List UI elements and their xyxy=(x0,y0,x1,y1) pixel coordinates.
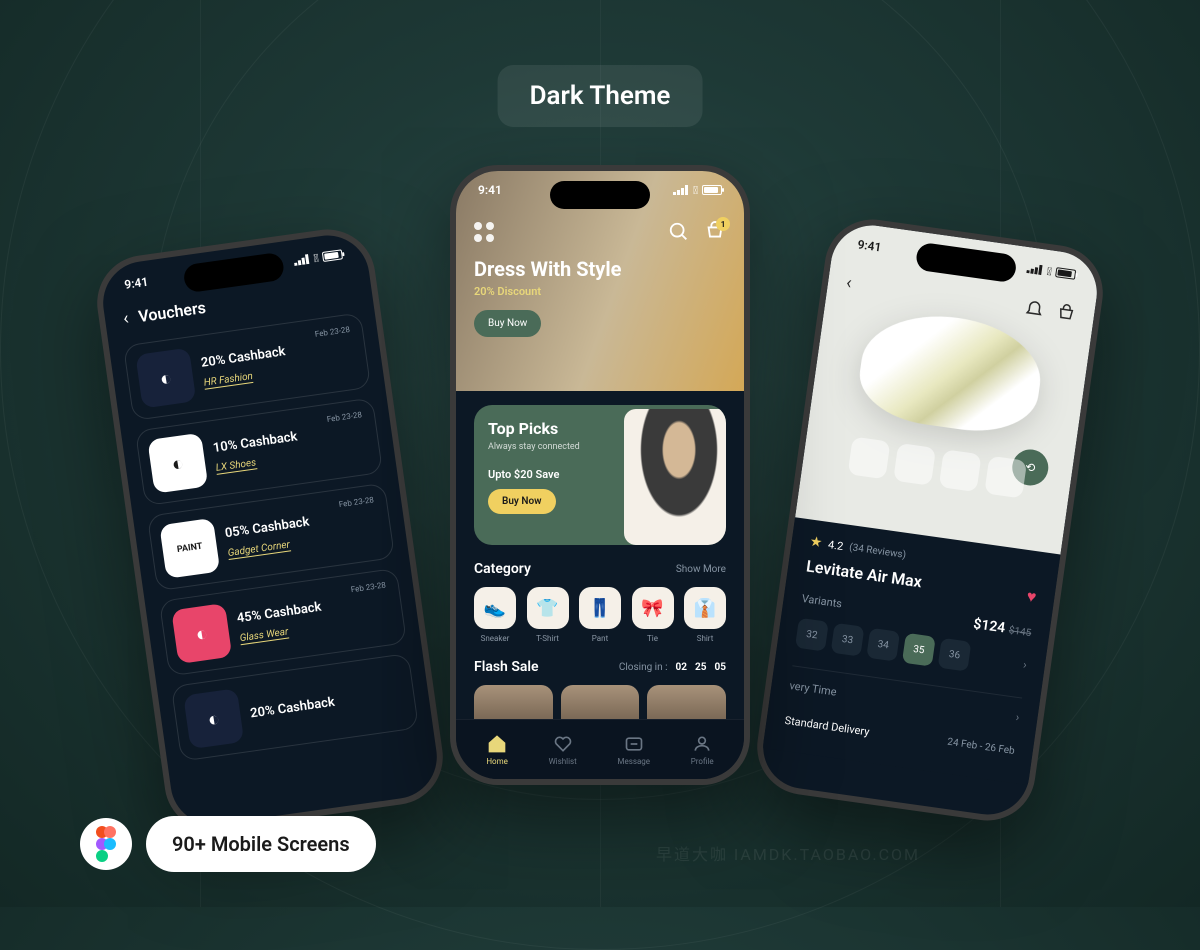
category-item[interactable]: 🎀 Tie xyxy=(632,587,674,643)
size-option[interactable]: 35 xyxy=(902,633,936,667)
back-icon[interactable]: ‹ xyxy=(122,308,130,330)
category-label: Pant xyxy=(592,634,608,643)
category-title: Category xyxy=(474,561,531,577)
flash-sale-title: Flash Sale xyxy=(474,659,539,675)
size-option[interactable]: 32 xyxy=(795,618,829,652)
home-icon xyxy=(487,734,507,754)
top-picks-buy-button[interactable]: Buy Now xyxy=(488,489,556,514)
favorite-icon[interactable]: ♥ xyxy=(1025,586,1037,607)
top-picks-card[interactable]: Top Picks Always stay connected Upto $20… xyxy=(474,405,726,545)
tab-profile[interactable]: Profile xyxy=(691,734,714,766)
size-option[interactable]: 33 xyxy=(831,623,865,657)
product-image xyxy=(854,305,1048,439)
voucher-brand: Gadget Corner xyxy=(227,539,291,560)
category-icon: 👔 xyxy=(684,587,726,629)
tab-label: Profile xyxy=(691,757,714,766)
profile-icon xyxy=(692,734,712,754)
voucher-logo: ◐ xyxy=(135,348,196,409)
category-icon: 👖 xyxy=(579,587,621,629)
voucher-deal: 20% Cashback xyxy=(200,335,355,371)
status-time: 9:41 xyxy=(123,275,149,292)
voucher-deal: 20% Cashback xyxy=(249,685,404,721)
voucher-deal: 10% Cashback xyxy=(212,420,367,456)
voucher-brand: LX Shoes xyxy=(215,457,257,475)
size-option[interactable]: 34 xyxy=(866,628,900,662)
voucher-logo: ◐ xyxy=(147,433,208,494)
voucher-deal: 05% Cashback xyxy=(224,505,379,541)
tab-label: Message xyxy=(617,757,650,766)
notification-icon[interactable] xyxy=(1023,298,1046,321)
category-item[interactable]: 👕 T-Shirt xyxy=(527,587,569,643)
tab-home[interactable]: Home xyxy=(486,734,508,766)
voucher-deal: 45% Cashback xyxy=(236,590,391,626)
theme-title: Dark Theme xyxy=(498,65,703,127)
chevron-right-icon[interactable]: › xyxy=(1015,710,1021,724)
cart-icon[interactable]: 1 xyxy=(704,221,726,243)
figma-icon xyxy=(80,818,132,870)
vouchers-title: Vouchers xyxy=(137,298,207,326)
thumbnail[interactable] xyxy=(939,449,982,492)
category-label: T-Shirt xyxy=(536,634,559,643)
chevron-right-icon[interactable]: › xyxy=(1022,657,1028,671)
category-label: Tie xyxy=(647,634,658,643)
phone-home: 9:41􀙇 1 Dress With Style 20% Discount Bu… xyxy=(450,165,750,785)
review-count: (34 Reviews) xyxy=(849,542,907,561)
thumbnail[interactable] xyxy=(893,443,936,486)
price: $124 xyxy=(972,616,1006,636)
variants-label: Variants xyxy=(801,592,843,611)
hero-subtitle: 20% Discount xyxy=(474,285,726,298)
category-icon: 👟 xyxy=(474,587,516,629)
price-old: $145 xyxy=(1008,625,1032,639)
rating-value: 4.2 xyxy=(827,538,844,553)
model-image xyxy=(624,409,726,545)
cart-badge: 1 xyxy=(716,217,730,231)
tab-label: Home xyxy=(486,757,508,766)
voucher-logo: ◐ xyxy=(171,603,232,664)
show-more-link[interactable]: Show More xyxy=(676,564,726,575)
category-item[interactable]: 👟 Sneaker xyxy=(474,587,516,643)
thumbnail[interactable] xyxy=(984,456,1027,499)
category-icon: 🎀 xyxy=(632,587,674,629)
category-item[interactable]: 👖 Pant xyxy=(579,587,621,643)
tab-label: Wishlist xyxy=(549,757,577,766)
wishlist-icon xyxy=(553,734,573,754)
star-icon: ★ xyxy=(809,534,824,552)
status-time: 9:41 xyxy=(857,237,883,254)
delivery-name: Standard Delivery xyxy=(784,714,870,739)
tab-wishlist[interactable]: Wishlist xyxy=(549,734,577,766)
status-time: 9:41 xyxy=(478,183,502,197)
watermark: 早道大咖 IAMDK.TAOBAO.COM xyxy=(656,841,920,865)
voucher-logo: PAINT xyxy=(159,518,220,579)
cart-icon[interactable] xyxy=(1055,302,1078,325)
thumbnail[interactable] xyxy=(848,436,891,479)
category-label: Shirt xyxy=(697,634,714,643)
category-label: Sneaker xyxy=(481,634,510,643)
buy-now-button[interactable]: Buy Now xyxy=(474,310,541,337)
voucher-logo: ◐ xyxy=(183,688,244,749)
message-icon xyxy=(624,734,644,754)
delivery-date: 24 Feb - 26 Feb xyxy=(946,737,1015,759)
voucher-brand: Glass Wear xyxy=(239,627,289,646)
screens-count-pill: 90+ Mobile Screens xyxy=(146,816,376,872)
voucher-brand: HR Fashion xyxy=(203,371,254,390)
closing-label: Closing in : xyxy=(619,662,668,673)
hero-title: Dress With Style xyxy=(474,257,726,281)
back-icon[interactable]: ‹ xyxy=(845,272,853,294)
category-icon: 👕 xyxy=(527,587,569,629)
category-item[interactable]: 👔 Shirt xyxy=(684,587,726,643)
menu-icon[interactable] xyxy=(474,222,494,242)
size-option[interactable]: 36 xyxy=(938,638,972,672)
search-icon[interactable] xyxy=(668,221,690,243)
tab-message[interactable]: Message xyxy=(617,734,650,766)
delivery-label: very Time xyxy=(789,679,838,698)
